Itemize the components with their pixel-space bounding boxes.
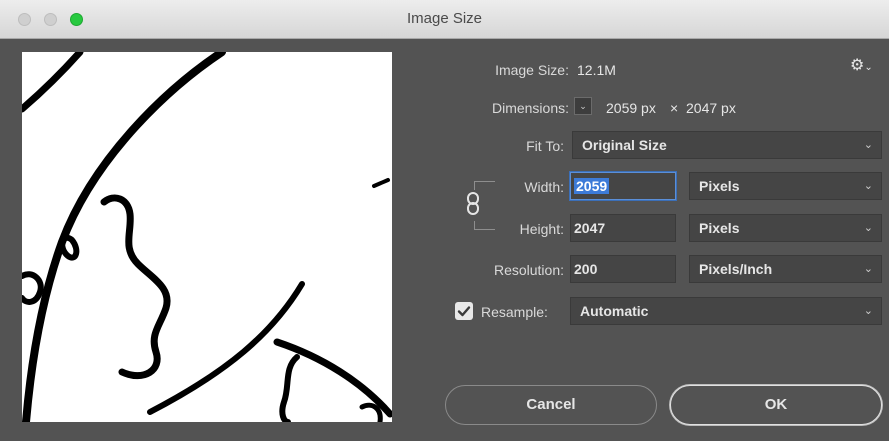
resolution-value: 200 [574, 261, 598, 277]
title-bar: Image Size [0, 0, 889, 39]
image-size-dialog: Image Size ⚙⌄ Image Size: 12.1M Dimensio… [0, 0, 889, 441]
preview-artwork [22, 52, 392, 422]
dimensions-separator: × [670, 100, 679, 116]
resample-select[interactable]: Automatic ⌄ [570, 297, 882, 325]
dimensions-width-value: 2059 px [606, 100, 656, 116]
chevron-down-icon: ⌄ [863, 305, 873, 317]
chevron-down-icon[interactable]: ⌄ [574, 97, 592, 115]
resolution-unit-select[interactable]: Pixels/Inch ⌄ [689, 255, 882, 283]
resample-label: Resample: [481, 304, 548, 320]
height-input[interactable]: 2047 [570, 214, 676, 242]
image-size-value: 12.1M [577, 62, 616, 78]
chevron-down-icon: ⌄ [863, 139, 873, 151]
width-unit-select[interactable]: Pixels ⌄ [689, 172, 882, 200]
fit-to-select[interactable]: Original Size ⌄ [572, 131, 882, 159]
width-input[interactable]: 2059 [570, 172, 676, 200]
resolution-unit: Pixels/Inch [699, 261, 773, 277]
image-size-label: Image Size: [495, 62, 569, 78]
cancel-button[interactable]: Cancel [445, 385, 657, 425]
width-label: Width: [524, 179, 564, 195]
height-label: Height: [519, 221, 564, 237]
dimensions-height-value: 2047 px [686, 100, 736, 116]
gear-icon[interactable]: ⚙⌄ [850, 58, 873, 76]
height-unit-select[interactable]: Pixels ⌄ [689, 214, 882, 242]
height-value: 2047 [574, 220, 606, 236]
resample-checkbox[interactable] [455, 302, 473, 320]
resolution-label: Resolution: [493, 262, 564, 278]
dimensions-label: Dimensions: [491, 100, 569, 116]
height-unit: Pixels [699, 220, 740, 236]
checkmark-icon [457, 306, 471, 317]
ok-button[interactable]: OK [670, 385, 882, 425]
fit-to-selected: Original Size [582, 137, 667, 153]
fit-to-label: Fit To: [526, 138, 564, 154]
chevron-down-icon: ⌄ [863, 263, 873, 275]
constrain-bracket-bottom [474, 221, 495, 230]
chain-link-icon[interactable] [464, 191, 482, 217]
width-unit: Pixels [699, 178, 740, 194]
chevron-down-icon: ⌄ [863, 222, 873, 234]
constrain-bracket-top [474, 181, 495, 190]
chevron-down-icon: ⌄ [863, 180, 873, 192]
resolution-input[interactable]: 200 [570, 255, 676, 283]
window-title: Image Size [406, 10, 483, 27]
resample-selected: Automatic [580, 303, 649, 319]
image-preview[interactable] [22, 52, 392, 422]
width-value: 2059 [574, 178, 610, 194]
